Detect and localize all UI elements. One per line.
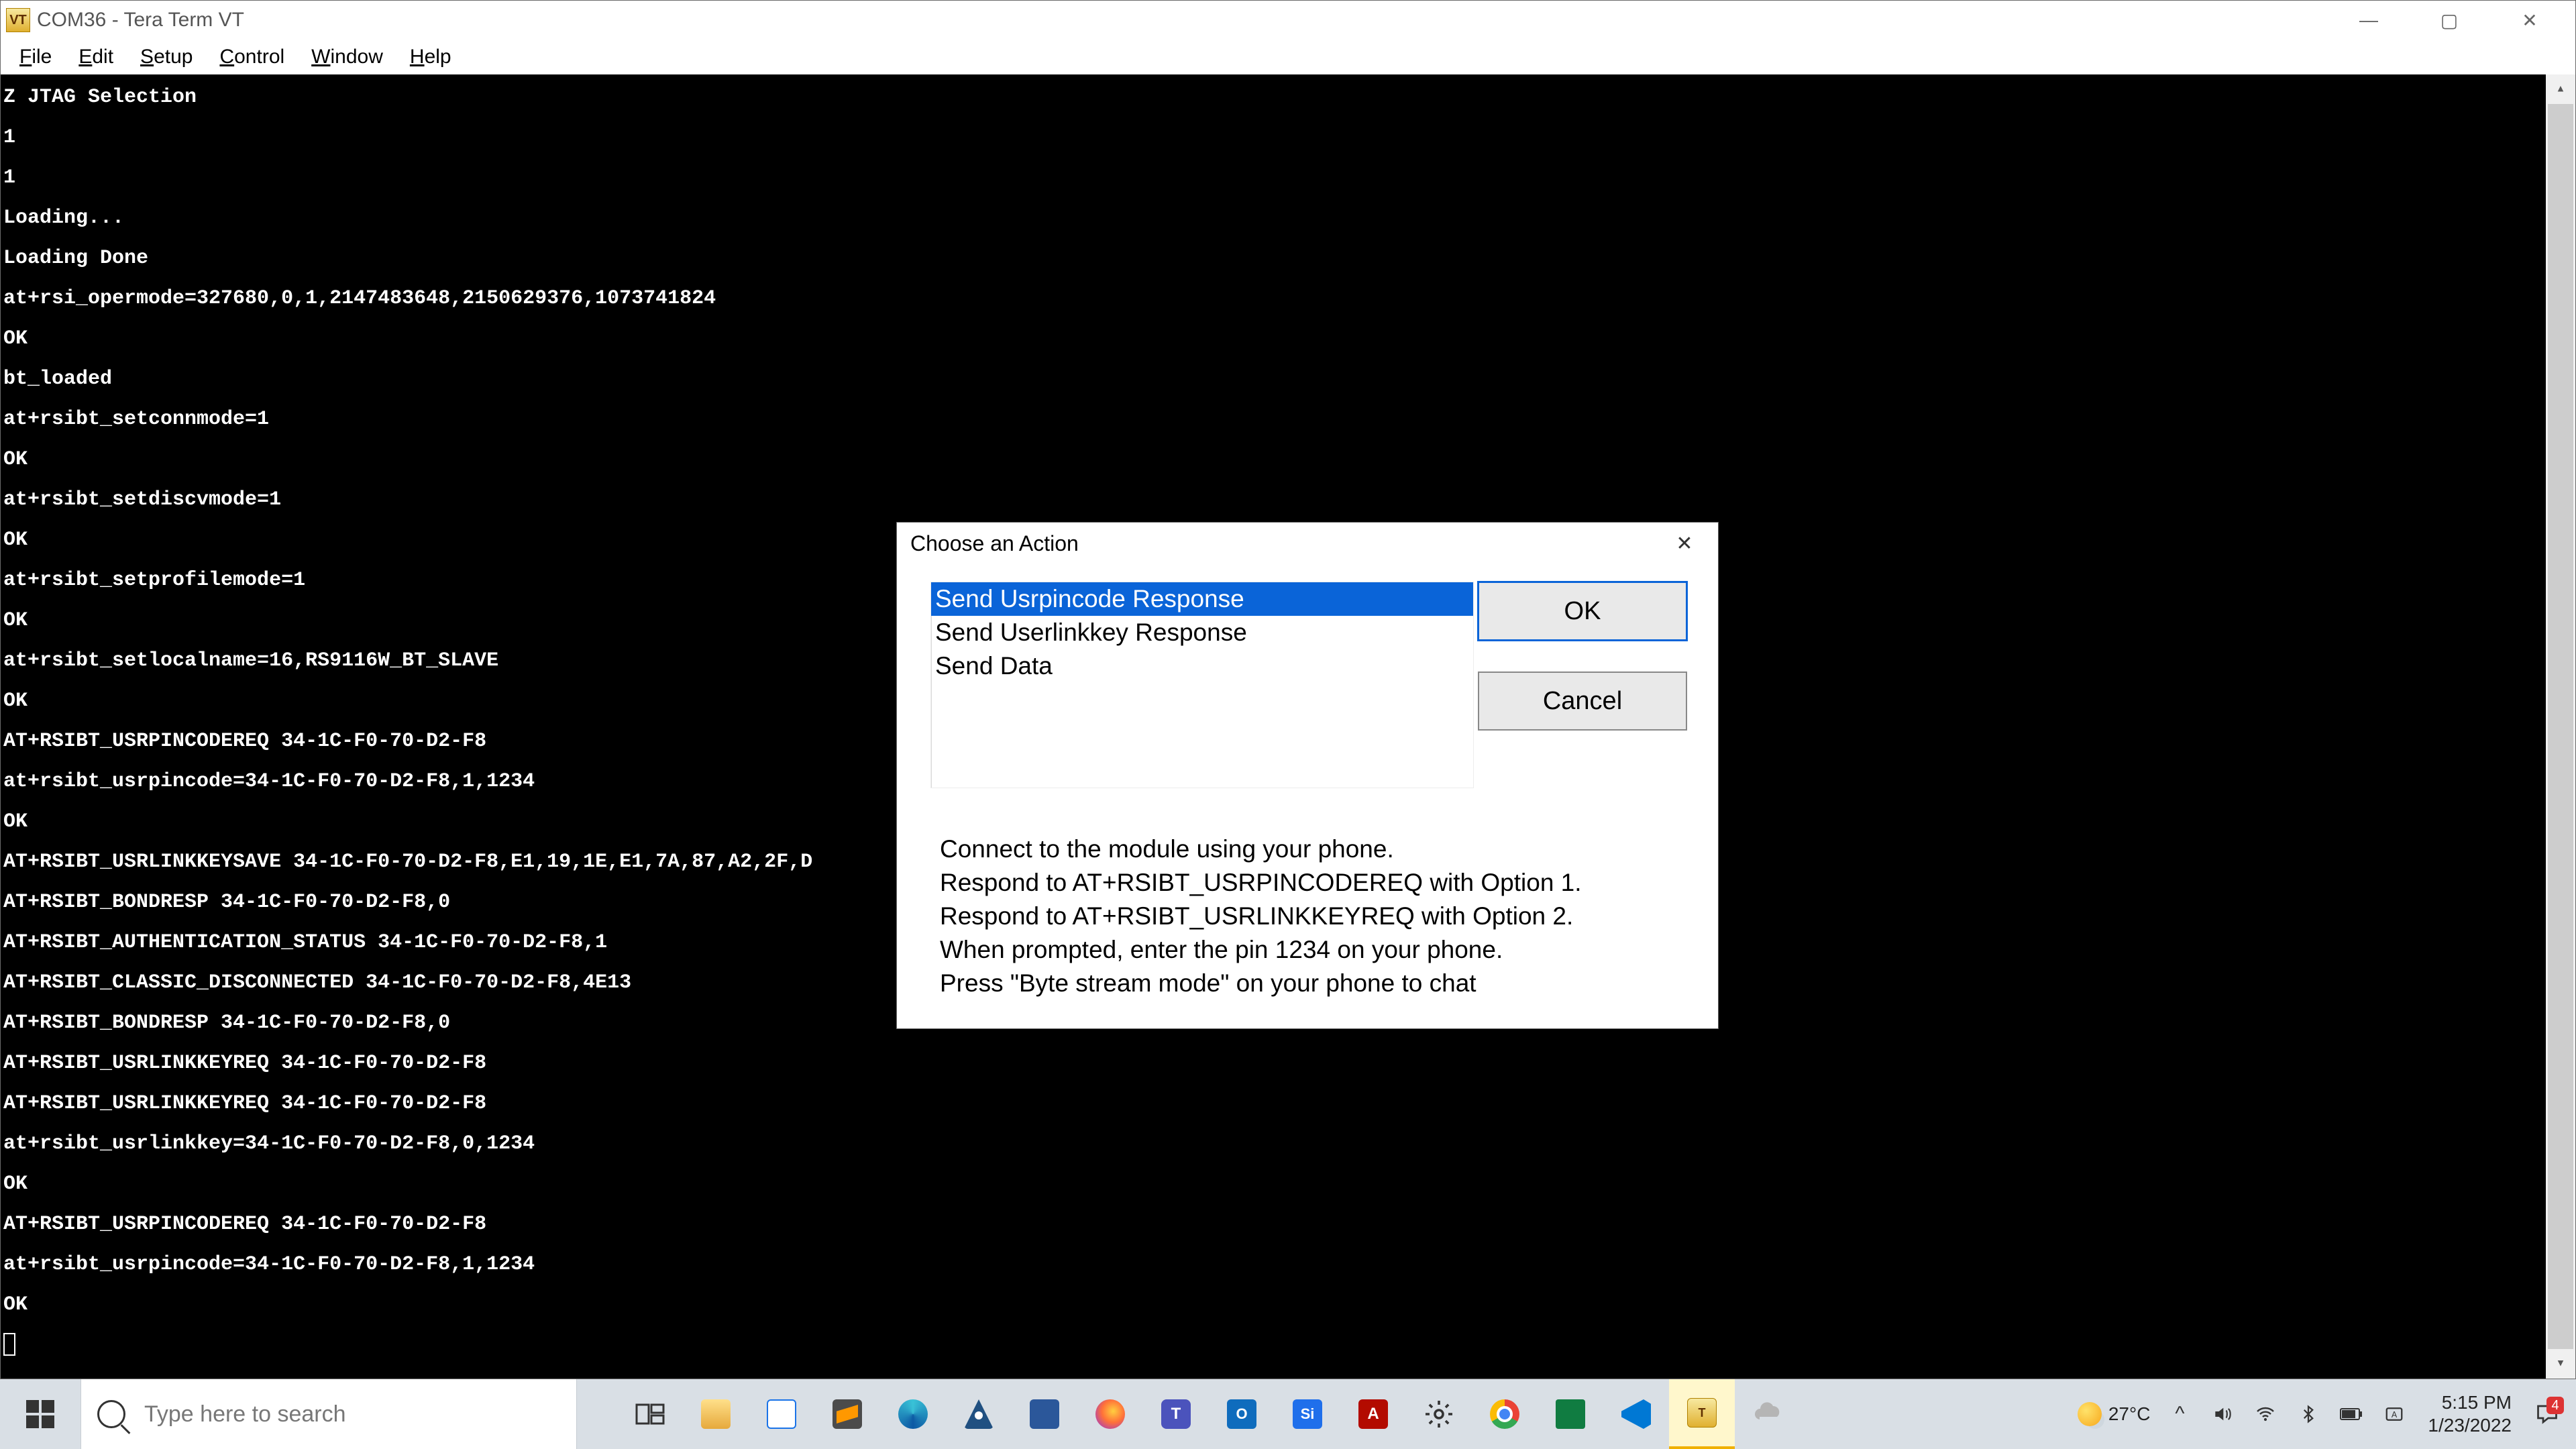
- menu-bar: File Edit Setup Control Window Help: [1, 40, 2575, 74]
- excel-icon[interactable]: [1538, 1379, 1603, 1449]
- scroll-thumb[interactable]: [2548, 104, 2573, 1365]
- dialog-titlebar[interactable]: Choose an Action ✕: [897, 523, 1718, 564]
- onedrive-icon[interactable]: [1735, 1379, 1801, 1449]
- firefox-icon[interactable]: [1077, 1379, 1143, 1449]
- vscode-icon[interactable]: [1603, 1379, 1669, 1449]
- teams-icon[interactable]: T: [1143, 1379, 1209, 1449]
- action-option-0[interactable]: Send Usrpincode Response: [931, 582, 1473, 616]
- action-option-1[interactable]: Send Userlinkkey Response: [931, 616, 1473, 649]
- scroll-up-icon[interactable]: ▴: [2546, 74, 2575, 104]
- tray-bluetooth-icon[interactable]: [2287, 1404, 2330, 1424]
- clock-time: 5:15 PM: [2428, 1391, 2512, 1414]
- terminal-scrollbar[interactable]: ▴ ▾: [2546, 74, 2575, 1379]
- edge-icon[interactable]: [880, 1379, 946, 1449]
- menu-window[interactable]: Window: [298, 43, 396, 71]
- tray-ime-icon[interactable]: A: [2373, 1404, 2416, 1424]
- file-explorer-icon[interactable]: [683, 1379, 749, 1449]
- window-titlebar[interactable]: VT COM36 - Tera Term VT — ▢ ✕: [1, 1, 2575, 40]
- menu-edit[interactable]: Edit: [65, 43, 127, 71]
- search-placeholder: Type here to search: [144, 1401, 346, 1428]
- notification-badge: 4: [2546, 1397, 2564, 1414]
- minimize-button[interactable]: —: [2328, 1, 2409, 40]
- tera-term-icon[interactable]: T: [1669, 1379, 1735, 1449]
- sublime-text-icon[interactable]: [814, 1379, 880, 1449]
- weather-temp: 27°C: [2108, 1403, 2151, 1425]
- sourcetree-icon[interactable]: [946, 1379, 1012, 1449]
- task-view-button[interactable]: [617, 1379, 683, 1449]
- action-center-button[interactable]: 4: [2524, 1402, 2571, 1426]
- clock-date: 1/23/2022: [2428, 1414, 2512, 1437]
- dialog-body: Send Usrpincode Response Send Userlinkke…: [918, 572, 1697, 1007]
- dialog-instructions: Connect to the module using your phone. …: [940, 833, 1675, 1000]
- close-button[interactable]: ✕: [2489, 1, 2570, 40]
- menu-control[interactable]: Control: [206, 43, 298, 71]
- weather-icon: [2078, 1402, 2102, 1426]
- choose-action-dialog: Choose an Action ✕ Send Usrpincode Respo…: [896, 522, 1719, 1029]
- chrome-icon[interactable]: [1472, 1379, 1538, 1449]
- ok-button[interactable]: OK: [1478, 582, 1687, 641]
- taskbar-clock[interactable]: 5:15 PM 1/23/2022: [2416, 1391, 2524, 1437]
- taskbar-search[interactable]: Type here to search: [80, 1379, 577, 1449]
- maximize-button[interactable]: ▢: [2409, 1, 2489, 40]
- menu-setup[interactable]: Setup: [127, 43, 206, 71]
- ms-store-icon[interactable]: [749, 1379, 814, 1449]
- window-title: COM36 - Tera Term VT: [37, 9, 244, 32]
- settings-icon[interactable]: [1406, 1379, 1472, 1449]
- tray-battery-icon[interactable]: [2330, 1407, 2373, 1421]
- start-button[interactable]: [0, 1379, 80, 1449]
- action-option-2[interactable]: Send Data: [931, 649, 1473, 683]
- dialog-title: Choose an Action: [910, 531, 1079, 556]
- dialog-close-button[interactable]: ✕: [1664, 527, 1705, 560]
- acrobat-icon[interactable]: A: [1340, 1379, 1406, 1449]
- tray-chevron-icon[interactable]: ^: [2158, 1403, 2201, 1426]
- action-listbox[interactable]: Send Usrpincode Response Send Userlinkke…: [930, 582, 1474, 788]
- scroll-track[interactable]: [2546, 104, 2575, 1349]
- app-icon: VT: [6, 8, 30, 32]
- tray-wifi-icon[interactable]: [2244, 1403, 2287, 1425]
- system-tray: 27°C ^ A 5:15 PM 1/23/2022 4: [2078, 1379, 2576, 1449]
- tray-volume-icon[interactable]: [2201, 1403, 2244, 1425]
- outlook-icon[interactable]: O: [1209, 1379, 1275, 1449]
- windows-logo-icon: [26, 1400, 54, 1428]
- simplicity-studio-icon[interactable]: Si: [1275, 1379, 1340, 1449]
- cancel-button[interactable]: Cancel: [1478, 672, 1687, 731]
- menu-help[interactable]: Help: [396, 43, 465, 71]
- taskbar: Type here to search T O Si A T 27°C ^ A: [0, 1379, 2576, 1449]
- terminal-text: Z JTAG Selection 1 1 Loading... Loading …: [3, 86, 812, 1316]
- terminal-cursor: [3, 1333, 15, 1356]
- weather-widget[interactable]: 27°C: [2078, 1402, 2151, 1426]
- svg-text:A: A: [2392, 1410, 2398, 1419]
- search-icon: [97, 1400, 125, 1428]
- scroll-down-icon[interactable]: ▾: [2546, 1349, 2575, 1379]
- taskbar-pinned: T O Si A T: [617, 1379, 1801, 1449]
- menu-file[interactable]: File: [6, 43, 65, 71]
- calculator-icon[interactable]: [1012, 1379, 1077, 1449]
